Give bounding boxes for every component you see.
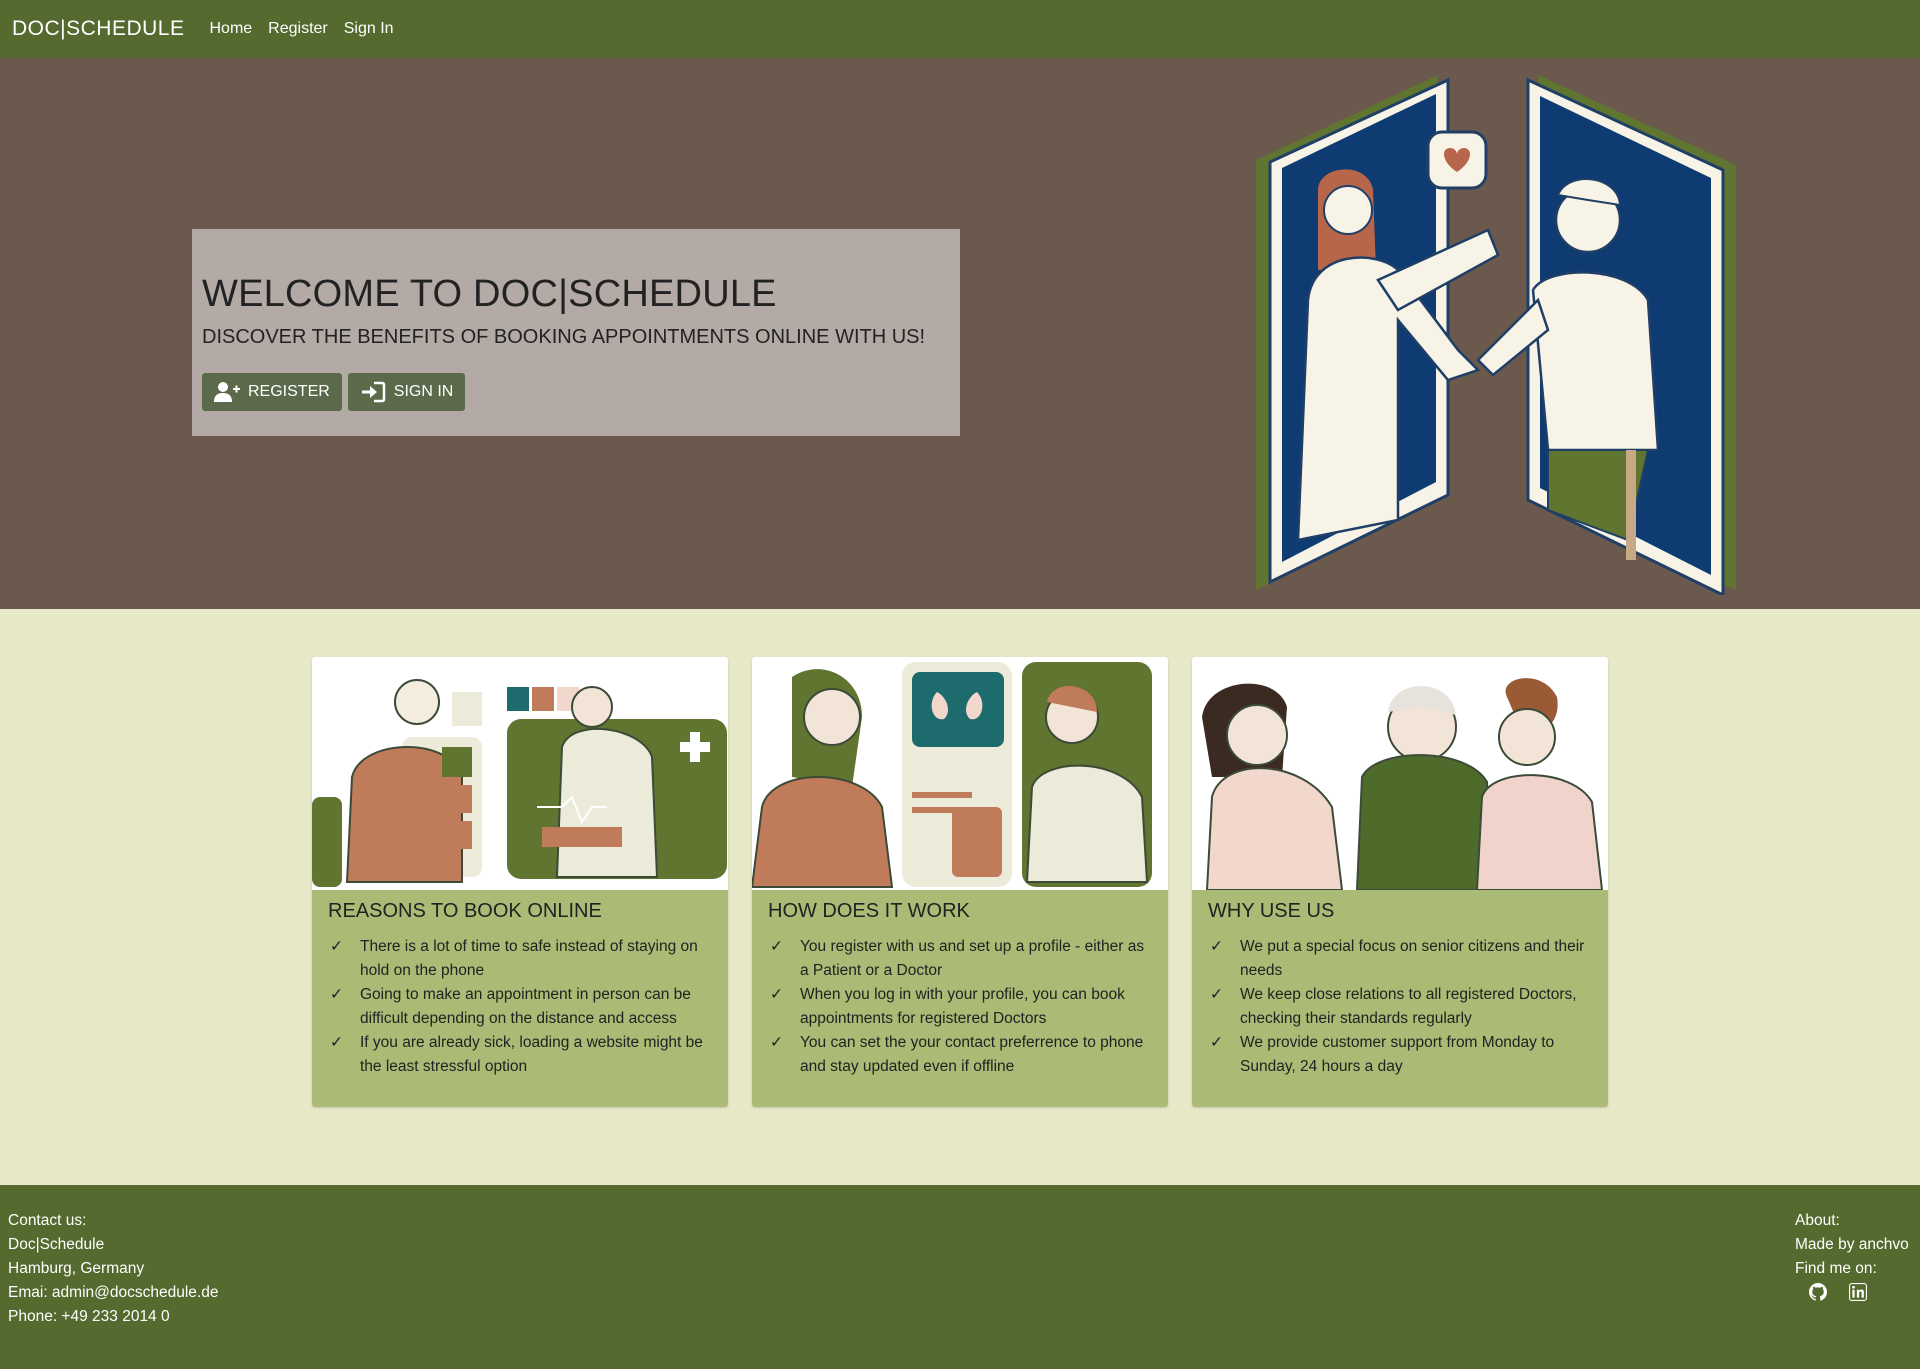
linkedin-icon[interactable] bbox=[1849, 1283, 1867, 1309]
card-why-use-us: WHY USE US ✓ We put a special focus on se… bbox=[1192, 657, 1608, 1107]
card-how-it-works-title: HOW DOES IT WORK bbox=[768, 900, 970, 922]
check-icon: ✓ bbox=[1210, 986, 1223, 1003]
check-icon: ✓ bbox=[1210, 938, 1223, 955]
welcome-box: WELCOME TO DOC|SCHEDULE DISCOVER THE BEN… bbox=[192, 229, 960, 436]
contact-email: Emai: admin@docschedule.de bbox=[8, 1284, 219, 1301]
list-item: ✓ We put a special focus on senior citize… bbox=[1208, 935, 1592, 983]
check-icon: ✓ bbox=[1210, 1034, 1223, 1051]
list-item: ✓ You can set the your contact preferrenc… bbox=[768, 1031, 1152, 1079]
list-item: ✓ You register with us and set up a profi… bbox=[768, 935, 1152, 983]
register-button-label: REGISTER bbox=[248, 383, 330, 400]
about-heading: About: bbox=[1795, 1212, 1840, 1229]
card-reasons-title: REASONS TO BOOK ONLINE bbox=[328, 900, 602, 922]
contact-name: Doc|Schedule bbox=[8, 1236, 105, 1253]
hero-illustration bbox=[1256, 75, 1736, 595]
contact-phone: Phone: +49 233 2014 0 bbox=[8, 1308, 170, 1325]
list-item: ✓ We keep close relations to all register… bbox=[1208, 983, 1592, 1031]
card-why-use-us-title: WHY USE US bbox=[1208, 900, 1335, 922]
hero-section: WELCOME TO DOC|SCHEDULE DISCOVER THE BEN… bbox=[0, 58, 1920, 609]
check-icon: ✓ bbox=[770, 938, 783, 955]
check-icon: ✓ bbox=[770, 986, 783, 1003]
card-how-it-works-image bbox=[752, 657, 1168, 890]
github-icon[interactable] bbox=[1809, 1283, 1828, 1309]
welcome-title: WELCOME TO DOC|SCHEDULE bbox=[202, 273, 777, 315]
nav-link-register[interactable]: Register bbox=[268, 20, 328, 38]
info-cards: REASONS TO BOOK ONLINE ✓ There is a lot o… bbox=[312, 657, 1608, 1107]
about-find-me: Find me on: bbox=[1795, 1260, 1877, 1277]
card-reasons-image bbox=[312, 657, 728, 890]
hero-button-row: REGISTER SIGN IN bbox=[202, 373, 950, 411]
card-reasons: REASONS TO BOOK ONLINE ✓ There is a lot o… bbox=[312, 657, 728, 1107]
list-item: ✓ There is a lot of time to safe instead … bbox=[328, 935, 712, 983]
card-why-use-us-image bbox=[1192, 657, 1608, 890]
footer: Contact us: Doc|Schedule Hamburg, German… bbox=[0, 1185, 1920, 1369]
footer-contact: Contact us: Doc|Schedule Hamburg, German… bbox=[8, 1209, 218, 1329]
card-how-it-works: HOW DOES IT WORK ✓ You register with us a… bbox=[752, 657, 1168, 1107]
footer-about: About: Made by anchvo Find me on: bbox=[1795, 1209, 1909, 1309]
navbar: DOC|SCHEDULE Home Register Sign In bbox=[0, 0, 1920, 58]
list-item: ✓ If you are already sick, loading a webs… bbox=[328, 1031, 712, 1079]
nav-link-sign-in[interactable]: Sign In bbox=[344, 20, 394, 38]
card-why-use-us-list: ✓ We put a special focus on senior citize… bbox=[1208, 935, 1592, 1079]
sign-in-button-label: SIGN IN bbox=[393, 383, 454, 400]
list-item: ✓ We provide customer support from Monday… bbox=[1208, 1031, 1592, 1079]
brand-logo[interactable]: DOC|SCHEDULE bbox=[12, 17, 184, 41]
social-links bbox=[1795, 1283, 1909, 1309]
check-icon: ✓ bbox=[330, 938, 343, 955]
contact-heading: Contact us: bbox=[8, 1212, 87, 1229]
welcome-subtitle: DISCOVER THE BENEFITS OF BOOKING APPOINT… bbox=[202, 326, 926, 348]
user-plus-icon bbox=[214, 382, 240, 402]
contact-city: Hamburg, Germany bbox=[8, 1260, 145, 1277]
register-button[interactable]: REGISTER bbox=[202, 373, 342, 411]
list-item: ✓ Going to make an appointment in person … bbox=[328, 983, 712, 1031]
card-reasons-list: ✓ There is a lot of time to safe instead … bbox=[328, 935, 712, 1079]
nav-link-home[interactable]: Home bbox=[209, 20, 252, 38]
about-made-by: Made by anchvo bbox=[1795, 1236, 1909, 1253]
check-icon: ✓ bbox=[330, 986, 343, 1003]
check-icon: ✓ bbox=[770, 1034, 783, 1051]
check-icon: ✓ bbox=[330, 1034, 343, 1051]
sign-in-icon bbox=[361, 381, 386, 403]
card-how-it-works-list: ✓ You register with us and set up a profi… bbox=[768, 935, 1152, 1079]
sign-in-button[interactable]: SIGN IN bbox=[347, 373, 466, 411]
list-item: ✓ When you log in with your profile, you … bbox=[768, 983, 1152, 1031]
